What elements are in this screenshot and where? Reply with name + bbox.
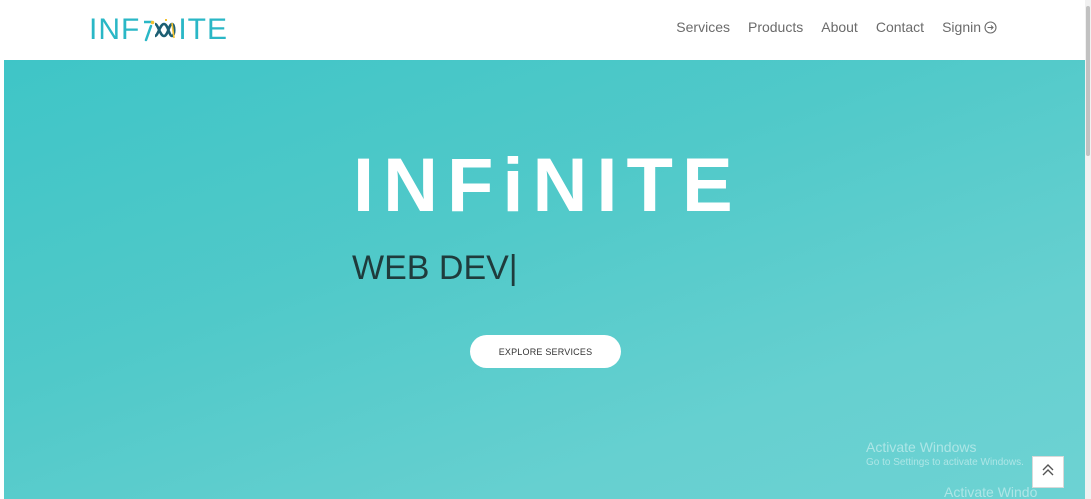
hero-title: INFiNITE [353, 143, 742, 228]
activate-windows-watermark: Activate Windows Go to Settings to activ… [866, 438, 1037, 499]
logo-text-prefix: INF [89, 13, 141, 46]
watermark-title-repeat: Activate Windo [944, 484, 1038, 499]
vertical-scrollbar[interactable] [1085, 0, 1091, 499]
logo-text-suffix: ITE [178, 13, 228, 46]
site-header: INF ITE Services Products About Contact … [0, 0, 1085, 60]
nav-link-signin[interactable]: Signin [942, 19, 997, 35]
signin-label: Signin [942, 19, 981, 35]
scroll-to-top-button[interactable] [1032, 456, 1064, 488]
hero-section: INFiNITE WEB DEV| EXPLORE SERVICES Activ… [4, 60, 1085, 499]
page: INF ITE Services Products About Contact … [0, 0, 1091, 499]
nav-link-services[interactable]: Services [676, 19, 730, 35]
explore-services-button[interactable]: EXPLORE SERVICES [470, 335, 621, 368]
nav-link-about[interactable]: About [821, 19, 858, 35]
scrollbar-thumb[interactable] [1086, 6, 1090, 156]
hero-subtitle: WEB DEV| [352, 249, 518, 287]
nav-link-contact[interactable]: Contact [876, 19, 924, 35]
signin-arrow-icon [984, 20, 997, 34]
main-nav: Services Products About Contact Signin [658, 19, 997, 35]
watermark-title: Activate Windows [866, 439, 977, 455]
watermark-subtitle: Go to Settings to activate Windows. [866, 457, 1024, 468]
brand-logo[interactable]: INF ITE [89, 14, 228, 46]
double-chevron-up-icon [1040, 462, 1056, 483]
infinity-mark-icon [141, 16, 177, 44]
nav-link-products[interactable]: Products [748, 19, 803, 35]
